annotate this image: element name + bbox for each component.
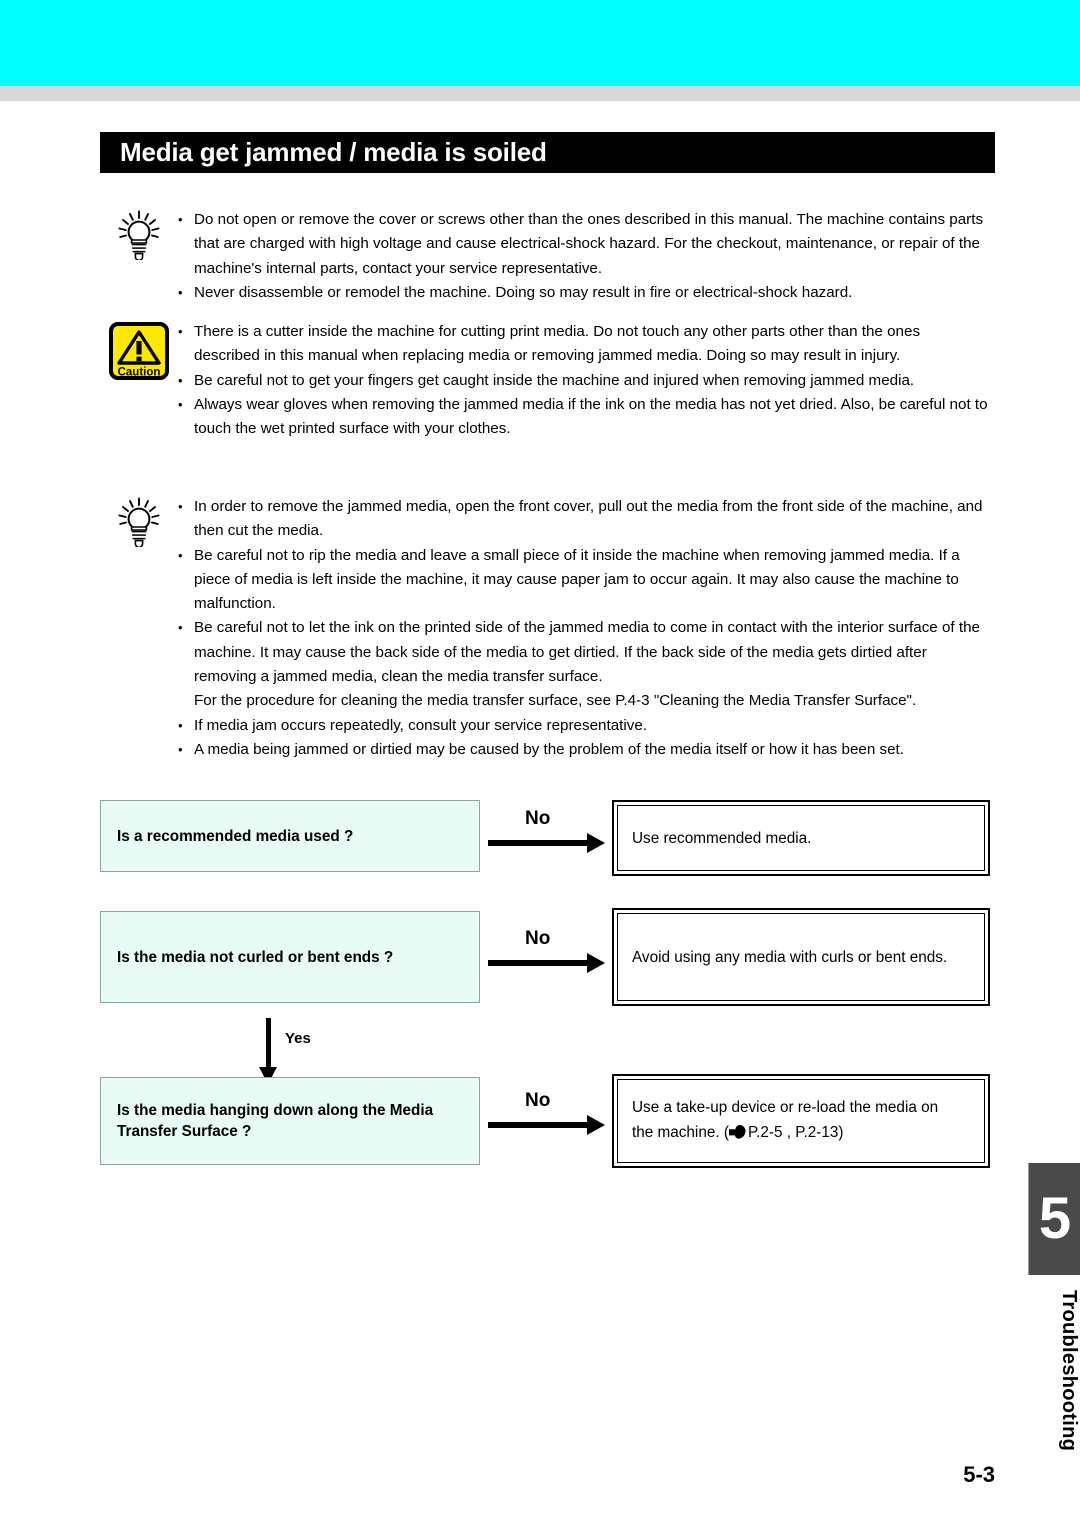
flow-answer-inner-2: Avoid using any media with curls or bent… xyxy=(617,913,985,1001)
document-page: Troubleshooting Media get jammed / media… xyxy=(0,0,1080,1527)
bullet-marker: • xyxy=(178,717,183,733)
notice-block-caution: Caution • There is a cutter inside the m… xyxy=(100,320,990,441)
flow-question-line-1: Is the media hanging down along the Medi… xyxy=(117,1102,434,1119)
bullet-text: There is a cutter inside the machine for… xyxy=(194,323,921,365)
flow-answer-text-3: Use a take-up device or re-load the medi… xyxy=(632,1095,938,1147)
running-header-title: Troubleshooting xyxy=(842,1497,995,1518)
flow-answer-text: Avoid using any media with curls or bent… xyxy=(632,948,948,966)
bullet-item: • Do not open or remove the cover or scr… xyxy=(178,208,990,281)
bullet-text: Never disassemble or remodel the machine… xyxy=(194,283,853,301)
flow-question-line-2: Transfer Surface ? xyxy=(117,1123,252,1140)
bullet-item: • Be careful not to get your fingers get… xyxy=(178,369,990,393)
flow-answer-text: Use recommended media. xyxy=(632,829,812,847)
bullet-marker: • xyxy=(178,396,183,412)
caution-icon-svg: Caution xyxy=(109,322,169,380)
notice-text-body-3: • In order to remove the jammed media, o… xyxy=(178,495,990,762)
flow-arrow-right-2 xyxy=(488,953,605,973)
notice-text-body-1: • Do not open or remove the cover or scr… xyxy=(178,208,990,305)
flow-branch-label-no-1: No xyxy=(525,808,551,829)
bullet-item: • Never disassemble or remodel the machi… xyxy=(178,281,990,305)
flow-branch-label-no-3: No xyxy=(525,1090,551,1111)
page-title: Media get jammed / media is soiled xyxy=(100,132,995,173)
chapter-number: 5 xyxy=(1038,1186,1072,1251)
bullet-marker: • xyxy=(178,212,183,227)
bullet-item: • Always wear gloves when removing the j… xyxy=(178,393,990,442)
flow-arrow-right-1 xyxy=(488,833,605,853)
flow-branch-label-yes: Yes xyxy=(285,1030,311,1047)
lightbulb-icon-svg xyxy=(118,210,160,260)
bullet-item: • In order to remove the jammed media, o… xyxy=(178,495,990,544)
caution-warning-icon: Caution xyxy=(100,320,178,380)
bullet-text: Be careful not to rip the media and leav… xyxy=(194,546,960,613)
flow-question-box-3[interactable]: Is the media hanging down along the Medi… xyxy=(100,1077,480,1165)
lightbulb-icon-svg xyxy=(118,497,160,547)
bullet-item: • A media being jammed or dirtied may be… xyxy=(178,738,990,762)
flow-answer-inner-1: Use recommended media. xyxy=(617,805,985,871)
bullet-item: • There is a cutter inside the machine f… xyxy=(178,320,990,369)
notice-block-hint-2: • In order to remove the jammed media, o… xyxy=(100,495,990,762)
flow-answer-page-ref: P.2-5 , P.2-13) xyxy=(747,1124,844,1141)
flow-answer-box-2[interactable]: Avoid using any media with curls or bent… xyxy=(612,908,990,1006)
flow-branch-label-no-2: No xyxy=(525,928,551,949)
bullet-marker: • xyxy=(178,284,183,300)
bullet-text: Always wear gloves when removing the jam… xyxy=(194,395,988,438)
bullet-text: If media jam occurs repeatedly, consult … xyxy=(194,716,648,734)
bullet-marker: • xyxy=(178,372,183,388)
flow-arrow-right-3 xyxy=(488,1115,605,1135)
bullet-item: • Be careful not to rip the media and le… xyxy=(178,544,990,617)
pointing-hand-icon xyxy=(728,1122,746,1147)
lightbulb-hint-icon xyxy=(100,208,178,260)
flow-question-box-2[interactable]: Is the media not curled or bent ends ? xyxy=(100,911,480,1003)
svg-text:Caution: Caution xyxy=(118,367,161,379)
flow-question-text: Is a recommended media used ? xyxy=(117,827,354,845)
header-color-band xyxy=(0,0,1080,86)
flow-answer-line-1: Use a take-up device or re-load the medi… xyxy=(632,1099,939,1116)
bullet-marker: • xyxy=(178,324,183,339)
flow-question-box-1[interactable]: Is a recommended media used ? xyxy=(100,800,480,872)
flow-answer-line-2-prefix: the machine. ( xyxy=(632,1124,729,1141)
chapter-tab-label: Troubleshooting xyxy=(1058,1290,1080,1452)
bullet-marker: • xyxy=(178,547,183,563)
flow-answer-box-1[interactable]: Use recommended media. xyxy=(612,800,990,876)
bullet-continuation-text: For the procedure for cleaning the media… xyxy=(194,692,917,710)
bullet-marker: • xyxy=(178,741,183,757)
page-number: 5-3 xyxy=(963,1462,995,1487)
bullet-text: Do not open or remove the cover or screw… xyxy=(194,211,984,277)
bullet-text: Be careful not to let the ink on the pri… xyxy=(194,619,980,686)
header-divider-band xyxy=(0,86,1080,101)
chapter-tab-box: 5 xyxy=(1028,1163,1080,1275)
flow-answer-inner-3: Use a take-up device or re-load the medi… xyxy=(617,1079,985,1163)
bullet-marker: • xyxy=(178,499,183,514)
notice-text-body-2: • There is a cutter inside the machine f… xyxy=(178,320,990,441)
bullet-text: Be careful not to get your fingers get c… xyxy=(194,371,915,389)
flow-answer-box-3[interactable]: Use a take-up device or re-load the medi… xyxy=(612,1074,990,1168)
bullet-text: In order to remove the jammed media, ope… xyxy=(194,498,983,540)
flow-arrow-down-yes xyxy=(259,1018,277,1084)
bullet-item: • Be careful not to let the ink on the p… xyxy=(178,616,990,713)
bullet-marker: • xyxy=(178,620,183,636)
bullet-text: A media being jammed or dirtied may be c… xyxy=(194,740,904,758)
bullet-item: • If media jam occurs repeatedly, consul… xyxy=(178,714,990,738)
flow-question-text: Is the media not curled or bent ends ? xyxy=(117,948,394,966)
notice-block-hint-1: • Do not open or remove the cover or scr… xyxy=(100,208,990,305)
flow-question-text-3: Is the media hanging down along the Medi… xyxy=(117,1100,433,1142)
lightbulb-hint-icon xyxy=(100,495,178,547)
